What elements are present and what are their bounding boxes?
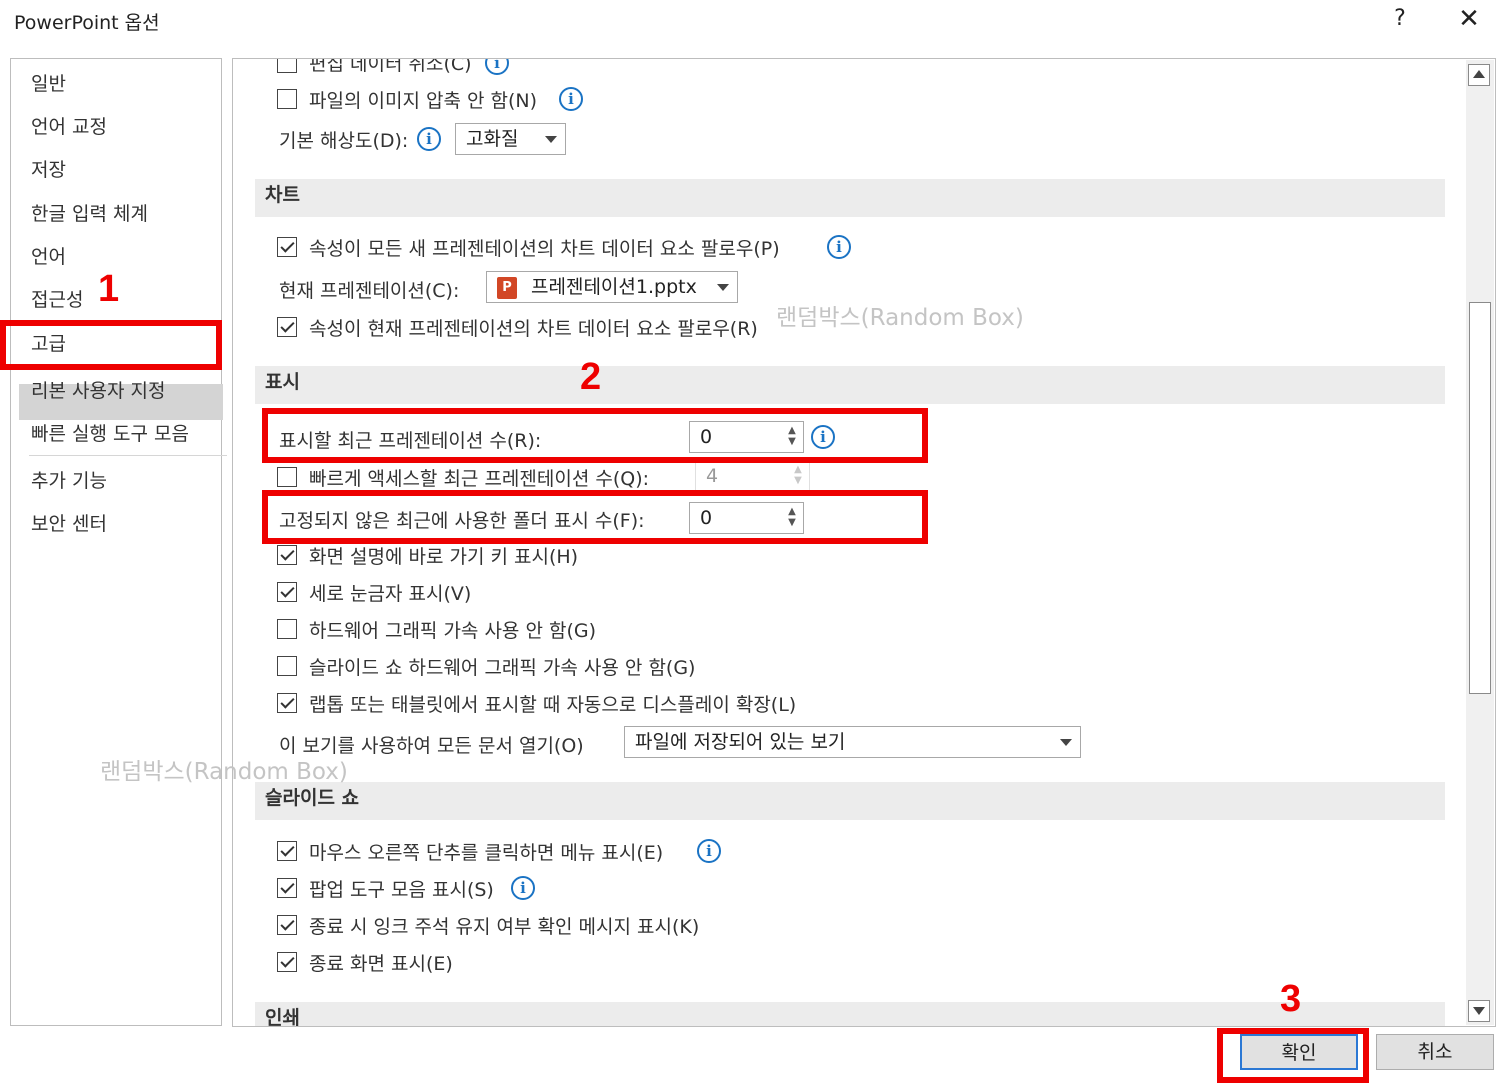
follow-all-label: 속성이 모든 새 프레젠테이션의 차트 데이터 요소 팔로우(P) xyxy=(309,238,780,260)
checkbox-keep-ink[interactable] xyxy=(277,915,297,935)
chevron-down-icon xyxy=(717,284,729,291)
close-button[interactable]: ✕ xyxy=(1456,4,1482,34)
info-icon: i xyxy=(417,127,441,151)
auto-scale-label: 랩톱 또는 태블릿에서 표시할 때 자동으로 디스플레이 확장(L) xyxy=(309,694,797,716)
section-header-print: 인쇄 xyxy=(255,1002,1445,1026)
annotation-box-advanced xyxy=(0,320,222,370)
quick-access-spinner[interactable]: 4 ▲ ▼ xyxy=(695,460,810,492)
checkbox-quick-access[interactable] xyxy=(277,467,297,487)
annotation-step-2: 2 xyxy=(580,356,602,398)
resolution-value: 고화질 xyxy=(466,128,519,150)
keep-ink-label: 종료 시 잉크 주석 유지 여부 확인 메시지 표시(K) xyxy=(309,916,700,938)
vertical-ruler-label: 세로 눈금자 표시(V) xyxy=(309,583,472,605)
resolution-dropdown[interactable]: 고화질 xyxy=(455,123,566,155)
checkbox-right-click-menu[interactable] xyxy=(277,841,297,861)
checkbox-vertical-ruler[interactable] xyxy=(277,582,297,602)
watermark: 랜덤박스(Random Box) xyxy=(100,759,348,785)
checkbox-auto-scale[interactable] xyxy=(277,693,297,713)
quick-access-value: 4 xyxy=(706,465,719,487)
current-presentation-dropdown[interactable]: P 프레젠테이션1.pptx xyxy=(486,271,738,303)
vertical-scrollbar[interactable] xyxy=(1466,60,1494,1025)
disable-slideshow-hw-accel-label: 슬라이드 쇼 하드웨어 그래픽 가속 사용 안 함(G) xyxy=(309,657,696,679)
sidebar-item-addins[interactable]: 추가 기능 xyxy=(31,466,107,493)
window-title: PowerPoint 옵션 xyxy=(14,12,160,34)
info-icon: i xyxy=(485,59,509,75)
discard-edit-data-label: 편집 데이터 취소(C) xyxy=(309,58,472,75)
info-icon: i xyxy=(511,876,535,900)
sidebar-item-quick-access-toolbar[interactable]: 빠른 실행 도구 모음 xyxy=(31,419,189,446)
checkbox-end-screen[interactable] xyxy=(277,952,297,972)
sidebar-item-save[interactable]: 저장 xyxy=(31,155,66,182)
watermark: 랜덤박스(Random Box) xyxy=(776,305,1024,331)
sidebar-divider xyxy=(29,455,227,456)
open-view-value: 파일에 저장되어 있는 보기 xyxy=(635,731,846,753)
right-click-menu-label: 마우스 오른쪽 단추를 클릭하면 메뉴 표시(E) xyxy=(309,842,664,864)
resolution-label: 기본 해상도(D): xyxy=(279,130,409,152)
popup-toolbar-label: 팝업 도구 모음 표시(S) xyxy=(309,879,494,901)
sidebar-item-general[interactable]: 일반 xyxy=(31,69,66,96)
sidebar-item-customize-ribbon[interactable]: 리본 사용자 지정 xyxy=(31,376,165,403)
info-icon: i xyxy=(697,839,721,863)
sidebar-item-language[interactable]: 언어 xyxy=(31,242,66,269)
section-header-chart: 차트 xyxy=(255,179,1445,217)
section-header-display: 표시 xyxy=(255,366,1445,404)
open-view-dropdown[interactable]: 파일에 저장되어 있는 보기 xyxy=(624,726,1081,758)
chevron-down-icon xyxy=(545,136,557,143)
checkbox-disable-hw-accel[interactable] xyxy=(277,619,297,639)
annotation-box-unpinned-folders xyxy=(262,490,928,544)
end-screen-label: 종료 화면 표시(E) xyxy=(309,953,453,975)
shortcut-keys-label: 화면 설명에 바로 가기 키 표시(H) xyxy=(309,546,579,568)
annotation-box-recent-count xyxy=(262,408,928,463)
checkbox-popup-toolbar[interactable] xyxy=(277,878,297,898)
disable-hw-accel-label: 하드웨어 그래픽 가속 사용 안 함(G) xyxy=(309,620,596,642)
checkbox-disable-slideshow-hw-accel[interactable] xyxy=(277,656,297,676)
checkbox-no-compress[interactable] xyxy=(277,89,297,109)
current-presentation-label: 현재 프레젠테이션(C): xyxy=(279,280,460,302)
info-icon: i xyxy=(559,87,583,111)
follow-current-label: 속성이 현재 프레젠테이션의 차트 데이터 요소 팔로우(R) xyxy=(309,318,758,340)
cancel-button[interactable]: 취소 xyxy=(1376,1034,1494,1070)
checkbox-shortcut-keys[interactable] xyxy=(277,545,297,565)
sidebar-item-trust-center[interactable]: 보안 센터 xyxy=(31,509,107,536)
sidebar-item-proofing[interactable]: 언어 교정 xyxy=(31,112,107,139)
powerpoint-file-icon: P xyxy=(497,277,517,299)
sidebar-item-korean-input[interactable]: 한글 입력 체계 xyxy=(31,199,148,226)
info-icon: i xyxy=(827,235,851,259)
checkbox-follow-all[interactable] xyxy=(277,237,297,257)
annotation-step-1: 1 xyxy=(98,268,120,310)
no-compress-label: 파일의 이미지 압축 안 함(N) xyxy=(309,90,537,112)
help-button[interactable]: ? xyxy=(1388,6,1412,31)
checkbox-follow-current[interactable] xyxy=(277,317,297,337)
annotation-box-ok xyxy=(1217,1028,1369,1083)
quick-access-label: 빠르게 액세스할 최근 프레젠테이션 수(Q): xyxy=(309,468,650,490)
scroll-down-arrow-icon[interactable] xyxy=(1468,1000,1490,1022)
chevron-down-icon xyxy=(1060,739,1072,746)
scroll-thumb[interactable] xyxy=(1469,302,1491,694)
spinner-arrows-icon: ▲ ▼ xyxy=(794,464,802,486)
checkbox-discard-edit-data[interactable] xyxy=(277,59,297,73)
section-header-slideshow: 슬라이드 쇼 xyxy=(255,782,1445,820)
options-sidebar: 일반 언어 교정 저장 한글 입력 체계 언어 접근성 고급 리본 사용자 지정… xyxy=(10,58,227,1026)
sidebar-item-accessibility[interactable]: 접근성 xyxy=(31,285,83,312)
current-presentation-value: 프레젠테이션1.pptx xyxy=(531,276,697,298)
scroll-up-arrow-icon[interactable] xyxy=(1468,64,1490,86)
annotation-step-3: 3 xyxy=(1280,978,1302,1020)
